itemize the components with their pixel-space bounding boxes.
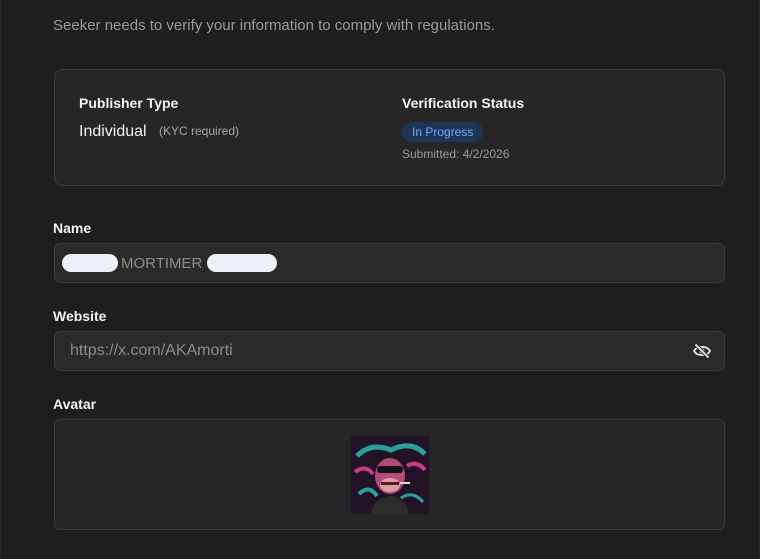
intro-text: Seeker needs to verify your information … [53, 17, 495, 34]
avatar-upload-area[interactable] [54, 419, 725, 530]
kyc-note: (KYC required) [159, 124, 240, 138]
publisher-verification-panel: Seeker needs to verify your information … [0, 0, 760, 559]
publisher-type-label: Publisher Type [79, 95, 179, 111]
eye-slash-icon[interactable] [692, 342, 712, 360]
submitted-date: Submitted: 4/2/2026 [402, 147, 510, 161]
status-badge: In Progress [402, 122, 484, 142]
verification-status-label: Verification Status [402, 95, 525, 111]
redacted-first-name [62, 254, 118, 272]
name-label: Name [53, 220, 92, 236]
redacted-last-name [207, 254, 277, 272]
publisher-type-value: Individual [79, 123, 147, 140]
name-field[interactable]: MORTIMER [54, 243, 725, 283]
avatar-image [351, 436, 429, 514]
avatar-label: Avatar [53, 396, 97, 412]
website-label: Website [53, 308, 107, 324]
name-visible-text: MORTIMER [121, 255, 203, 272]
website-input[interactable] [70, 340, 670, 362]
website-field-container [54, 331, 725, 371]
publisher-info-card: Publisher Type Individual (KYC required)… [54, 69, 725, 186]
